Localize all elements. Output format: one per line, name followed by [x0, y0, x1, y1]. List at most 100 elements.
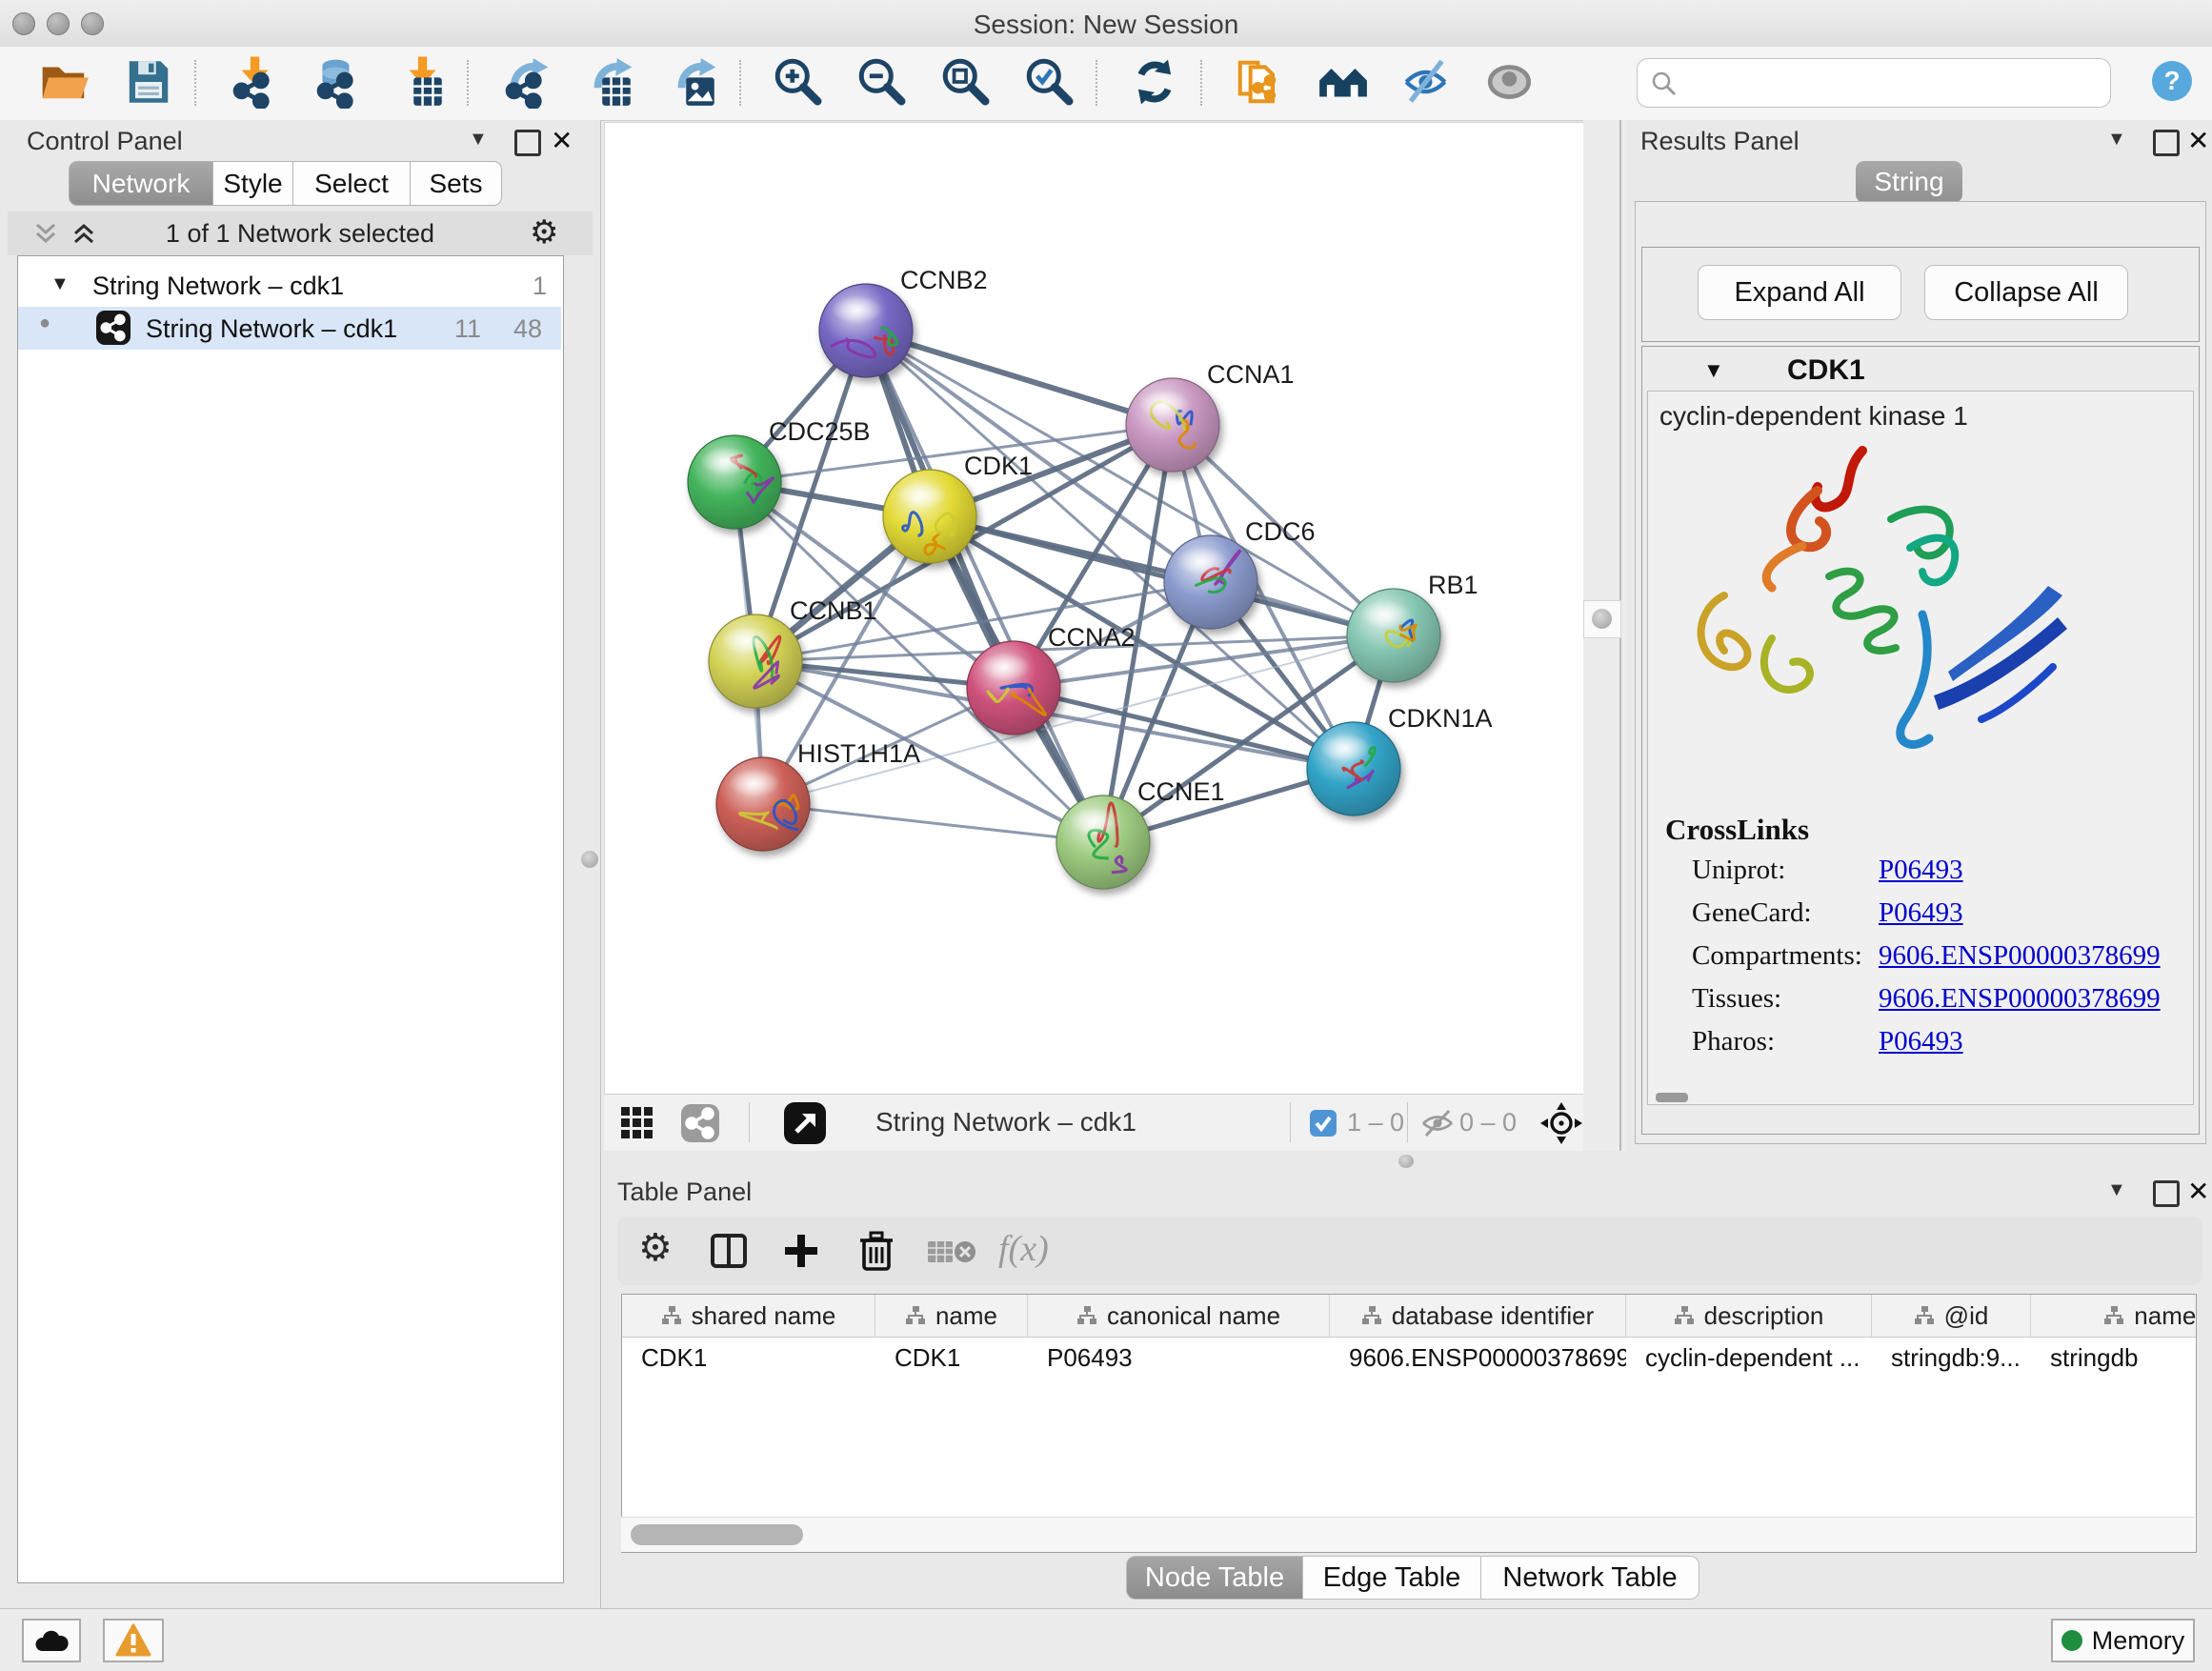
tab-node-table[interactable]: Node Table	[1126, 1556, 1303, 1600]
splitter-handle-box[interactable]	[1583, 600, 1621, 638]
show-all-button[interactable]	[1484, 55, 1539, 111]
table-panel-collapse-icon[interactable]: ▼	[2107, 1179, 2126, 1201]
table-settings-gear-icon[interactable]: ⚙	[638, 1226, 673, 1270]
tab-style[interactable]: Style	[213, 161, 293, 206]
node-CDKN1A[interactable]	[1307, 722, 1400, 815]
grid-view-icon[interactable]	[619, 1105, 655, 1141]
node-RB1[interactable]	[1347, 589, 1440, 682]
results-panel-collapse-icon[interactable]: ▼	[2107, 129, 2126, 151]
column-header-namespace[interactable]: namespace	[2031, 1295, 2197, 1337]
help-button[interactable]: ?	[2150, 59, 2194, 103]
warnings-button[interactable]	[103, 1619, 164, 1662]
node-CDK1[interactable]	[883, 470, 976, 563]
table-panel-float-icon[interactable]	[2153, 1180, 2180, 1207]
column-header-@id[interactable]: @id	[1872, 1295, 2031, 1337]
network-collection-row[interactable]: ▼String Network – cdk11	[18, 264, 561, 307]
cloud-button[interactable]	[22, 1619, 81, 1662]
crosslink-value-link[interactable]: 9606.ENSP00000378699	[1879, 983, 2161, 1015]
node-CDC6[interactable]	[1164, 535, 1257, 629]
table-hscrollbar[interactable]	[621, 1517, 2195, 1552]
results-hscroll-thumb[interactable]	[1656, 1093, 1688, 1102]
table-panel-close-icon[interactable]: ✕	[2187, 1176, 2209, 1207]
network-share-view-icon[interactable]	[680, 1103, 720, 1143]
node-CDC25B[interactable]	[688, 435, 781, 529]
import-table-button[interactable]	[394, 55, 450, 111]
tab-sets[interactable]: Sets	[411, 161, 502, 206]
node-CCNB2[interactable]	[819, 284, 913, 377]
results-panel-close-icon[interactable]: ✕	[2187, 125, 2209, 156]
crosslink-value-link[interactable]: P06493	[1879, 897, 1963, 929]
delete-table-icon[interactable]	[926, 1236, 977, 1268]
selected-checkbox-icon[interactable]	[1309, 1109, 1337, 1137]
node-CCNB1[interactable]	[709, 614, 802, 708]
node-table[interactable]: shared namenamecanonical namedatabase id…	[621, 1294, 2197, 1553]
crosslink-value-link[interactable]: P06493	[1879, 1026, 1963, 1057]
collapse-all-button[interactable]: Collapse All	[1924, 265, 2128, 320]
crosslink-value-link[interactable]: 9606.ENSP00000378699	[1879, 940, 2161, 972]
crosslink-row: Compartments:9606.ENSP00000378699	[1648, 940, 2193, 978]
hidden-eye-icon[interactable]	[1419, 1107, 1456, 1139]
node-CCNA1[interactable]	[1126, 378, 1219, 472]
table-panel: Table Panel ▼ ✕ ⚙	[604, 1171, 2212, 1608]
left-splitter-handle[interactable]	[581, 851, 598, 868]
zoom-out-button[interactable]	[855, 55, 911, 111]
export-network-button[interactable]	[499, 55, 554, 111]
tab-string[interactable]: String	[1856, 161, 1962, 203]
network-selection-bar: 1 of 1 Network selected ⚙	[8, 211, 593, 255]
fit-selected-icon[interactable]	[1539, 1101, 1583, 1145]
search-box[interactable]	[1637, 58, 2111, 108]
zoom-in-button[interactable]	[772, 55, 827, 111]
control-panel-collapse-icon[interactable]: ▼	[469, 129, 488, 151]
import-database-button[interactable]	[311, 55, 366, 111]
node-label-CDC25B: CDC25B	[769, 417, 871, 446]
node-HIST1H1A[interactable]	[716, 757, 810, 851]
export-image-button[interactable]	[667, 55, 722, 111]
tab-select[interactable]: Select	[293, 161, 411, 206]
open-session-button[interactable]	[38, 55, 93, 111]
birds-eye-view-icon[interactable]	[783, 1101, 827, 1145]
edge-CCNB2-CCNA1[interactable]	[866, 331, 1173, 425]
function-builder-icon[interactable]: f(x)	[998, 1228, 1049, 1270]
tree-expand-caret-icon[interactable]: ▼	[50, 273, 70, 295]
control-panel-float-icon[interactable]	[514, 130, 541, 156]
expand-all-button[interactable]: Expand All	[1698, 265, 1901, 320]
results-panel: Results Panel ▼ ✕ String Expand All Coll…	[1627, 120, 2212, 1151]
column-header-canonical-name[interactable]: canonical name	[1028, 1295, 1330, 1337]
node-CCNA2[interactable]	[967, 641, 1060, 735]
import-network-button[interactable]	[227, 55, 282, 111]
tab-network[interactable]: Network	[69, 161, 213, 206]
control-panel-close-icon[interactable]: ✕	[551, 125, 573, 156]
import-network-icon	[227, 55, 280, 109]
table-hscrollbar-thumb[interactable]	[631, 1524, 803, 1545]
home-button[interactable]	[1317, 55, 1372, 111]
zoom-fit-button[interactable]	[939, 55, 995, 111]
tab-edge-table[interactable]: Edge Table	[1303, 1556, 1481, 1600]
column-header-shared-name[interactable]: shared name	[622, 1295, 875, 1337]
horizontal-splitter-handle[interactable]	[1398, 1155, 1414, 1168]
network-row-selected[interactable]: ●String Network – cdk11148	[18, 307, 561, 350]
protein-section-caret-icon[interactable]: ▼	[1703, 358, 1724, 383]
results-panel-float-icon[interactable]	[2153, 130, 2180, 156]
first-neighbors-button[interactable]	[1233, 55, 1288, 111]
node-CCNE1[interactable]	[1056, 795, 1150, 889]
search-input[interactable]	[1687, 65, 2101, 101]
memory-button[interactable]: Memory	[2051, 1619, 2195, 1662]
save-session-button[interactable]	[122, 55, 177, 111]
table-row[interactable]: CDK1CDK1P064939606.ENSP00000378699cyclin…	[622, 1338, 2196, 1378]
show-columns-icon[interactable]	[709, 1231, 749, 1271]
delete-column-trash-icon[interactable]	[855, 1229, 897, 1273]
network-canvas[interactable]: CCNB2CCNA1CDC25BCDK1CDC6RB1CCNB1CCNA2CDK…	[604, 122, 1584, 1095]
network-options-gear-icon[interactable]: ⚙	[530, 213, 558, 252]
column-header-database-identifier[interactable]: database identifier	[1330, 1295, 1626, 1337]
refresh-button[interactable]	[1128, 55, 1183, 111]
column-header-name[interactable]: name	[875, 1295, 1028, 1337]
export-table-button[interactable]	[583, 55, 638, 111]
zoom-selected-button[interactable]	[1023, 55, 1078, 111]
column-header-description[interactable]: description	[1626, 1295, 1872, 1337]
tab-network-table[interactable]: Network Table	[1481, 1556, 1699, 1600]
crosslink-row: Pharos:P06493	[1648, 1026, 2193, 1064]
crosslink-value-link[interactable]: P06493	[1879, 855, 1963, 886]
hide-selected-button[interactable]	[1400, 55, 1456, 111]
edge-HIST1H1A-CCNE1[interactable]	[763, 804, 1103, 842]
add-column-icon[interactable]	[781, 1231, 821, 1271]
